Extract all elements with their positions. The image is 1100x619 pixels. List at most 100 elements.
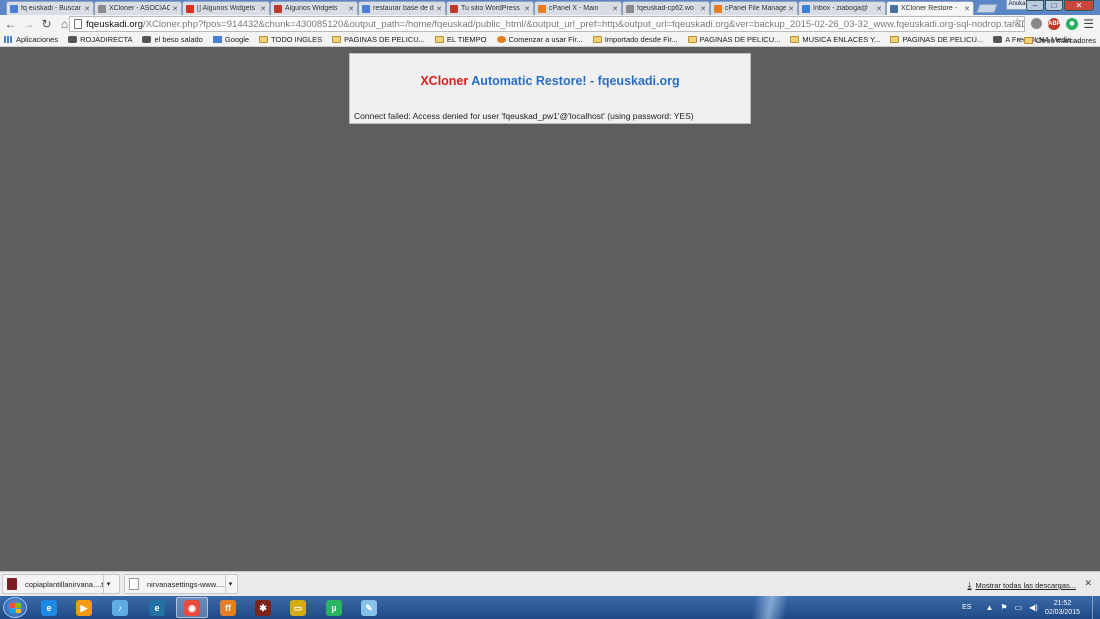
system-tray: ES ▲ ⚑ ▭ ◀) 21:52 02/03/2015	[962, 596, 1100, 619]
bookmark-item[interactable]: TODO INGLES	[259, 35, 322, 44]
taskbar-app-button[interactable]: ▭	[282, 597, 314, 618]
tab-2[interactable]: [] Algunos Widgets ✕	[182, 1, 270, 15]
ie-legacy-icon: e	[149, 599, 165, 616]
itunes-icon: ♪	[112, 599, 128, 616]
download-options-chevron-icon[interactable]: ▾	[103, 575, 113, 593]
extension-puzzle-icon[interactable]	[1031, 18, 1042, 29]
bookmark-item[interactable]: MUSICA ENLACES Y...	[790, 35, 880, 44]
network-icon[interactable]: ▭	[1015, 603, 1023, 612]
reload-button[interactable]: ↻	[39, 17, 54, 32]
forward-button[interactable]: →	[21, 17, 36, 32]
bookmark-item[interactable]: PAGINAS DE PELICU...	[687, 35, 780, 44]
mail-icon	[802, 4, 810, 13]
bookmark-item[interactable]: Comenzar a usar Fir...	[496, 35, 583, 44]
tab-5[interactable]: Tu sitio WordPress ✕	[446, 1, 534, 15]
tab-close-icon[interactable]: ✕	[876, 5, 882, 13]
browser-toolbar: ← → ↻ ⌂ fqeuskadi.org/XCloner.php?fpos=9…	[0, 15, 1100, 33]
taskbar-app-button[interactable]: e	[141, 597, 173, 618]
google-icon	[212, 36, 222, 43]
tab-1[interactable]: XCloner - ASOCIAC ✕	[94, 1, 182, 15]
taskbar-app-button[interactable]: ▶	[68, 597, 100, 618]
tab-close-icon[interactable]: ✕	[964, 5, 970, 13]
bookmark-item[interactable]: ROJADIRECTA	[68, 35, 132, 44]
tab-close-icon[interactable]: ✕	[260, 5, 266, 13]
folder-icon	[1023, 37, 1033, 44]
close-window-button[interactable]: ✕	[1064, 0, 1094, 11]
abp-icon[interactable]: ABP	[1048, 18, 1061, 30]
back-button[interactable]: ←	[3, 17, 18, 32]
extension-green-icon[interactable]: ◉	[1066, 18, 1078, 30]
tab-0[interactable]: fq euskadi - Buscar ✕	[6, 1, 94, 15]
language-indicator[interactable]: ES	[962, 604, 971, 611]
close-shelf-icon[interactable]: ✕	[1084, 578, 1092, 589]
tab-9[interactable]: Inbox - ziaboga@ ✕	[798, 1, 886, 15]
apps-grid-icon	[4, 36, 13, 43]
tab-close-icon[interactable]: ✕	[788, 5, 794, 13]
download-item[interactable]: nirvanasettings-www.....txt ▾	[124, 574, 238, 594]
tab-close-icon[interactable]: ✕	[436, 5, 442, 13]
page-icon	[98, 4, 106, 13]
download-item[interactable]: copiaplantillanirvana....tar ▾	[2, 574, 120, 594]
media-player-icon: ▶	[76, 599, 92, 616]
tab-close-icon[interactable]: ✕	[524, 5, 530, 13]
page-icon	[626, 4, 634, 13]
new-tab-button[interactable]	[976, 4, 998, 13]
show-all-downloads-link[interactable]: ⤓ Mostrar todas las descargas...	[968, 580, 1076, 591]
tray-expand-icon[interactable]: ▲	[985, 603, 993, 612]
download-options-chevron-icon[interactable]: ▾	[225, 575, 235, 593]
menu-icon[interactable]: ☰	[1083, 17, 1094, 31]
chrome-icon: ◉	[184, 599, 200, 616]
taskbar-app-button[interactable]: ✱	[247, 597, 279, 618]
action-center-flag-icon[interactable]: ⚑	[1000, 603, 1007, 612]
bookmarks-overflow-button[interactable]: »	[1017, 35, 1021, 44]
minimize-button[interactable]: –	[1026, 0, 1044, 11]
bookmark-item[interactable]: Importado desde Fir...	[592, 35, 678, 44]
tab-label: restaurar base de d	[373, 5, 434, 12]
archive-icon	[7, 578, 17, 590]
bookmark-star-icon[interactable]: ☆	[1012, 15, 1023, 29]
folder-icon	[687, 36, 697, 43]
tab-close-icon[interactable]: ✕	[612, 5, 618, 13]
tab-4[interactable]: restaurar base de d ✕	[358, 1, 446, 15]
bookmark-item[interactable]: Aplicaciones	[4, 35, 58, 44]
maximize-button[interactable]: □	[1045, 0, 1063, 11]
tab-6[interactable]: cPanel X - Main ✕	[534, 1, 622, 15]
bookmark-item[interactable]: EL TIEMPO	[434, 35, 487, 44]
address-bar[interactable]: fqeuskadi.org/XCloner.php?fpos=914432&ch…	[69, 16, 1025, 32]
tab-8[interactable]: cPanel File Manager ✕	[710, 1, 798, 15]
taskbar-app-button[interactable]: ff	[212, 597, 244, 618]
taskbar-app-button[interactable]: µ	[318, 597, 350, 618]
bookmark-item[interactable]: el beso salado	[142, 35, 203, 44]
taskbar-app-button[interactable]: ✎	[353, 597, 385, 618]
taskbar-app-button[interactable]: ◉	[176, 597, 208, 618]
volume-icon[interactable]: ◀)	[1029, 603, 1038, 612]
tab-label: cPanel X - Main	[549, 5, 599, 12]
tab-close-icon[interactable]: ✕	[348, 5, 354, 13]
download-filename: copiaplantillanirvana....tar	[25, 579, 103, 589]
tab-close-icon[interactable]: ✕	[700, 5, 706, 13]
tab-close-icon[interactable]: ✕	[172, 5, 178, 13]
download-shelf: copiaplantillanirvana....tar ▾ nirvanase…	[0, 571, 1100, 596]
firefox-icon: ff	[220, 599, 236, 616]
title-brand: XCloner	[420, 74, 469, 88]
bookmark-label: MUSICA ENLACES Y...	[802, 35, 881, 44]
tab-label: fqeuskad-cp62.wo	[637, 5, 694, 12]
tab-10[interactable]: XCloner Restore - ✕	[886, 1, 974, 15]
bookmark-item[interactable]: Google	[212, 35, 249, 44]
bookmark-item[interactable]: PAGINAS DE PELICU...	[890, 35, 983, 44]
show-desktop-button[interactable]	[1092, 596, 1100, 619]
tab-7[interactable]: fqeuskad-cp62.wo ✕	[622, 1, 710, 15]
clock[interactable]: 21:52 02/03/2015	[1045, 599, 1080, 617]
taskbar: e ▶ ♪ e ◉ ff ✱ ▭ µ ✎ ES ▲ ⚑ ▭ ◀) 21:52 02/03/2015	[0, 596, 1100, 619]
tab-label: Tu sitio WordPress	[461, 5, 520, 12]
taskbar-app-button[interactable]: e	[33, 597, 65, 618]
start-button[interactable]	[3, 597, 27, 618]
google-search-icon	[362, 4, 370, 13]
download-arrow-icon: ⤓	[967, 580, 972, 590]
other-bookmarks[interactable]: Otros marcadores	[1023, 36, 1096, 45]
bookmark-item[interactable]: PAGINAS DE PELICU...	[332, 35, 425, 44]
taskbar-app-button[interactable]: ♪	[104, 597, 136, 618]
tab-close-icon[interactable]: ✕	[84, 5, 90, 13]
url-path: /XCloner.php?fpos=914432&chunk=430085120…	[143, 18, 1025, 30]
tab-3[interactable]: Algunos Widgets ✕	[270, 1, 358, 15]
